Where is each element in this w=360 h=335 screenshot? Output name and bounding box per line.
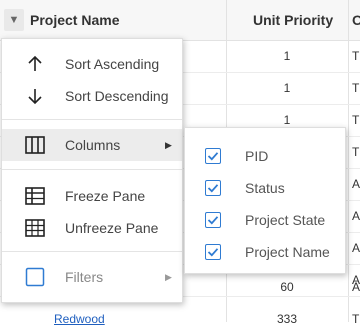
status-cell: T bbox=[352, 113, 360, 127]
menu-item-filters[interactable]: Filters ▶ bbox=[2, 261, 182, 293]
column-toggle-project-name[interactable]: Project Name bbox=[185, 236, 345, 268]
menu-item-label: Sort Ascending bbox=[65, 56, 160, 72]
filter-checkbox-icon bbox=[25, 267, 45, 287]
status-cell: A bbox=[352, 241, 360, 255]
checkbox-checked-icon[interactable] bbox=[205, 244, 221, 260]
column-header-unit-priority[interactable]: Unit Priority bbox=[253, 0, 333, 40]
project-name-link[interactable]: Redwood bbox=[54, 303, 105, 335]
checkbox-checked-icon[interactable] bbox=[205, 148, 221, 164]
menu-item-label: Sort Descending bbox=[65, 88, 169, 104]
status-cell: T bbox=[352, 145, 360, 159]
column-menu-chevron-icon[interactable]: ▼ bbox=[4, 9, 24, 31]
column-header-o[interactable]: O bbox=[352, 0, 360, 40]
unfreeze-pane-icon bbox=[25, 219, 45, 237]
checkbox-checked-icon[interactable] bbox=[205, 212, 221, 228]
column-toggle-project-state[interactable]: Project State bbox=[185, 204, 345, 236]
column-toggle-label: Project Name bbox=[245, 244, 330, 260]
menu-divider bbox=[2, 251, 182, 252]
status-cell: T bbox=[352, 49, 360, 63]
column-toggle-pid[interactable]: PID bbox=[185, 140, 345, 172]
menu-item-label: Unfreeze Pane bbox=[65, 220, 159, 236]
arrow-down-icon bbox=[28, 89, 42, 105]
unit-priority-cell: 1 bbox=[283, 49, 291, 63]
unit-priority-cell: 1 bbox=[283, 81, 291, 95]
submenu-arrow-icon: ▶ bbox=[165, 140, 172, 150]
status-cell: A bbox=[352, 280, 360, 294]
menu-item-columns[interactable]: Columns ▶ bbox=[2, 129, 182, 161]
columns-submenu: PID Status Project State Project Name bbox=[184, 127, 346, 274]
submenu-arrow-icon: ▶ bbox=[165, 272, 172, 282]
unit-priority-cell: 333 bbox=[276, 312, 298, 326]
freeze-pane-icon bbox=[25, 187, 45, 205]
column-toggle-label: PID bbox=[245, 148, 269, 164]
menu-item-unfreeze-pane[interactable]: Unfreeze Pane bbox=[2, 212, 182, 244]
arrow-up-icon bbox=[28, 55, 42, 71]
menu-divider bbox=[2, 169, 182, 170]
menu-item-label: Filters bbox=[65, 269, 104, 285]
menu-item-label: Freeze Pane bbox=[65, 188, 146, 204]
menu-item-sort-descending[interactable]: Sort Descending bbox=[2, 80, 182, 112]
status-cell: A bbox=[352, 177, 360, 191]
column-toggle-label: Status bbox=[245, 180, 285, 196]
unit-priority-cell: 60 bbox=[280, 280, 294, 294]
grid-header: ▼ Project Name Unit Priority O bbox=[0, 0, 360, 41]
menu-divider bbox=[2, 119, 182, 120]
status-cell: T bbox=[352, 81, 360, 95]
menu-item-label: Columns bbox=[65, 137, 121, 153]
column-toggle-status[interactable]: Status bbox=[185, 172, 345, 204]
menu-item-sort-ascending[interactable]: Sort Ascending bbox=[2, 48, 182, 80]
table-row[interactable]: Redwood 333 T bbox=[0, 304, 360, 326]
column-header-project-name[interactable]: Project Name bbox=[30, 0, 119, 40]
status-cell: T bbox=[352, 312, 360, 326]
status-cell: A bbox=[352, 209, 360, 223]
checkbox-checked-icon[interactable] bbox=[205, 180, 221, 196]
column-toggle-label: Project State bbox=[245, 212, 326, 228]
menu-item-freeze-pane[interactable]: Freeze Pane bbox=[2, 180, 182, 212]
columns-icon bbox=[25, 136, 45, 154]
column-context-menu: Sort Ascending Sort Descending Columns ▶… bbox=[1, 38, 183, 303]
